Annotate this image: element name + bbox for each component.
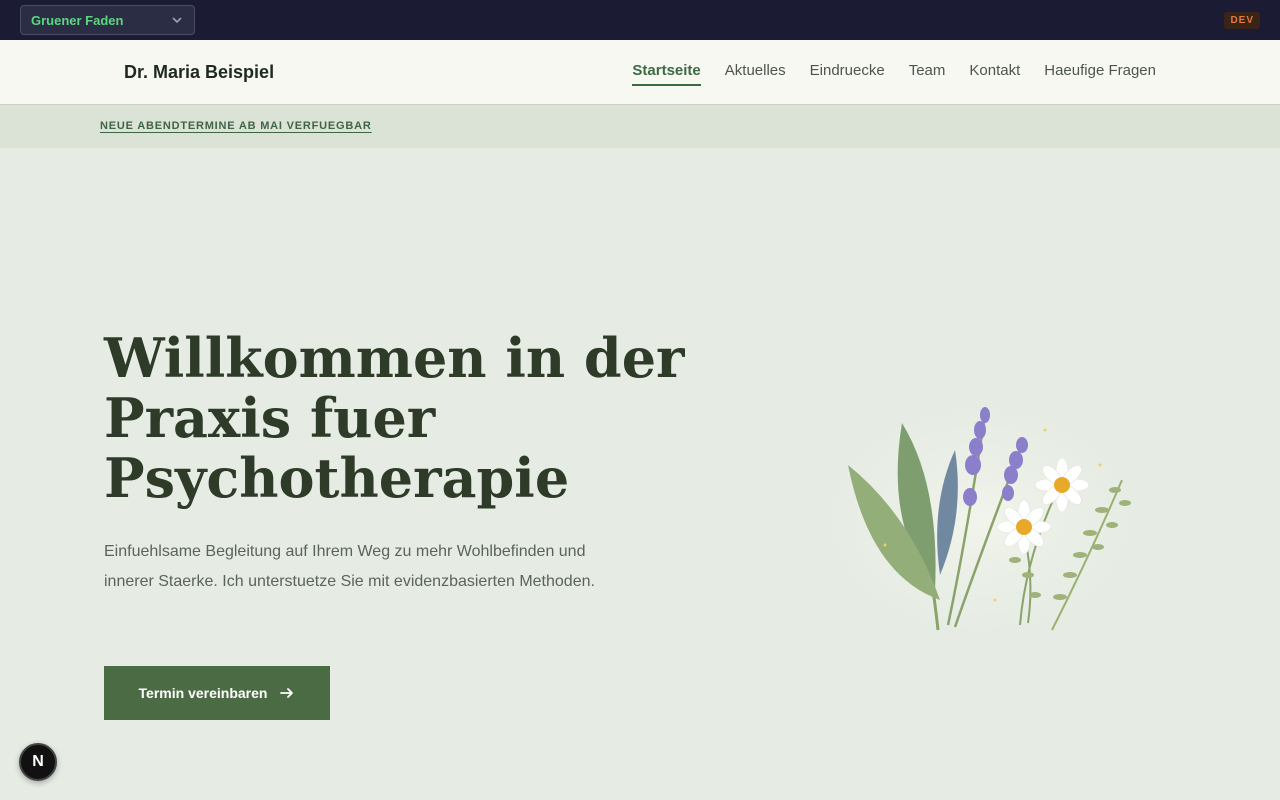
cta-label: Termin vereinbaren <box>138 685 268 701</box>
site-header: Dr. Maria Beispiel Startseite Aktuelles … <box>0 40 1280 105</box>
nav-item-eindruecke[interactable]: Eindruecke <box>810 40 885 104</box>
herb-bouquet-illustration <box>790 380 1170 660</box>
theme-select-value: Gruener Faden <box>31 12 124 28</box>
brand-name[interactable]: Dr. Maria Beispiel <box>124 62 274 83</box>
chevron-down-icon <box>172 17 182 24</box>
nav-item-faq[interactable]: Haeufige Fragen <box>1044 40 1156 104</box>
env-badge: DEV <box>1224 12 1260 29</box>
hero-text: Einfuehlsame Begleitung auf Ihrem Weg zu… <box>104 543 595 590</box>
next-dev-indicator[interactable]: N <box>19 743 57 781</box>
hero-title: Willkommen in der Praxis fuer Psychother… <box>104 326 685 510</box>
nav-item-startseite[interactable]: Startseite <box>632 40 702 104</box>
announcement-link[interactable]: NEUE ABENDTERMINE AB MAI VERFUEGBAR <box>100 120 372 132</box>
nav-item-kontakt[interactable]: Kontakt <box>969 40 1020 104</box>
dev-toolbar: Gruener Faden DEV <box>0 0 1280 40</box>
main-nav: Startseite Aktuelles Eindruecke Team Kon… <box>632 40 1156 104</box>
book-appointment-button[interactable]: Termin vereinbaren <box>104 666 330 720</box>
announcement-bar: NEUE ABENDTERMINE AB MAI VERFUEGBAR <box>0 105 1280 148</box>
arrow-right-icon <box>280 688 294 698</box>
theme-select[interactable]: Gruener Faden <box>20 5 195 35</box>
nav-item-aktuelles[interactable]: Aktuelles <box>725 40 786 104</box>
nav-item-team[interactable]: Team <box>909 40 946 104</box>
